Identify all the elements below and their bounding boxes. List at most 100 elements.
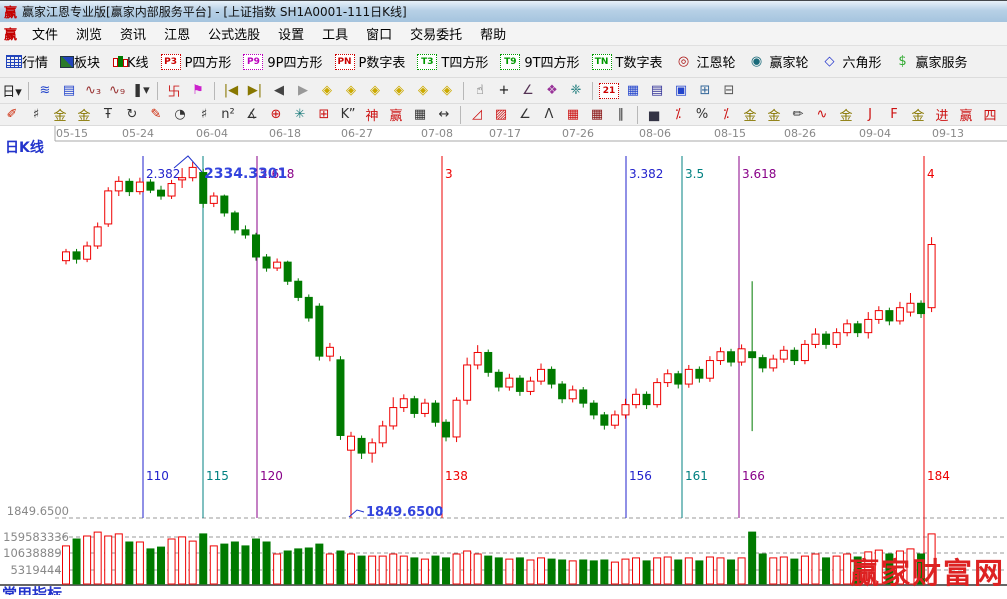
fib-bottom-label-110: 110 xyxy=(146,469,169,483)
9p-square-button[interactable]: P9 9P四方形 xyxy=(240,51,325,72)
menu-item-10[interactable]: 帮助 xyxy=(471,22,515,45)
p-number-table-button[interactable]: PN P数字表 xyxy=(332,51,409,72)
wave3-tool-icon[interactable]: ∿₃ xyxy=(82,81,104,101)
menu-item-9[interactable]: 交易委托 xyxy=(401,22,471,45)
menu-item-1[interactable]: 文件 xyxy=(23,22,67,45)
prev-bar-button[interactable]: ◀ xyxy=(268,81,290,101)
fan-lines-tool-icon[interactable]: ◿ xyxy=(466,105,488,125)
gann-flower-tool-icon[interactable]: ❖ xyxy=(541,81,563,101)
quotes-button[interactable]: 行情 xyxy=(3,51,51,72)
kline-chart-region[interactable]: 05-15 05-24 06-04 06-18 06-27 07-08 07-17 07-26… xyxy=(0,126,1007,599)
fan-box-tool-icon[interactable]: ▨ xyxy=(490,105,512,125)
price-pencil-tool-icon[interactable]: ✏ xyxy=(787,105,809,125)
crosshair-tool-icon[interactable]: + xyxy=(493,81,515,101)
measure-arrow-tool-icon[interactable]: ↔ xyxy=(433,105,455,125)
parallel-lines-tool-icon[interactable]: ∥ xyxy=(610,105,632,125)
menu-item-5[interactable]: 公式选股 xyxy=(199,22,269,45)
ying-red-tool-icon[interactable]: 赢 xyxy=(955,105,977,125)
brush-tool-icon[interactable]: ✐ xyxy=(1,105,23,125)
fib-top-label-3: 3 xyxy=(445,167,453,181)
period-day-dropdown[interactable]: 日▾ xyxy=(1,81,23,101)
bottom-left-clipped-label[interactable]: 常用指标 xyxy=(2,585,62,599)
winner-wheel-button[interactable]: ◉ 赢家轮 xyxy=(745,51,812,72)
wave9-tool-icon[interactable]: ∿₉ xyxy=(106,81,128,101)
prev-bar-button-glyph: ◀ xyxy=(274,83,284,98)
gold-circle-tool-icon[interactable]: 金 xyxy=(739,105,761,125)
t-square-button[interactable]: T3 T四方形 xyxy=(414,51,491,72)
grid-red-tool-icon[interactable]: ▦ xyxy=(562,105,584,125)
winner-service-button[interactable]: $ 赢家服务 xyxy=(891,51,971,72)
menu-item-7[interactable]: 工具 xyxy=(313,22,357,45)
cycle-clock-tool-icon[interactable]: ◔ xyxy=(169,105,191,125)
star-web-tool-icon[interactable]: ✳ xyxy=(289,105,311,125)
diamond-pan-right-icon[interactable]: ◈ xyxy=(340,81,362,101)
wave-tool-icon[interactable]: ≋ xyxy=(34,81,56,101)
volume-price-flag-icon[interactable]: ⚑ xyxy=(187,81,209,101)
n2-tool-icon[interactable]: n² xyxy=(217,105,239,125)
wave-line-tool-icon[interactable]: ∿ xyxy=(811,105,833,125)
diamond-zoom-in-icon[interactable]: ◈ xyxy=(412,81,434,101)
angle-line-tool-icon[interactable]: ∠ xyxy=(517,81,539,101)
gold-hline-tool-icon[interactable]: 金 xyxy=(835,105,857,125)
first-bar-button[interactable]: |◀ xyxy=(220,81,242,101)
grid-box-tool-icon[interactable]: ▦ xyxy=(586,105,608,125)
spiral-tool-icon[interactable]: ↻ xyxy=(121,105,143,125)
zigzag-tool-icon[interactable]: Ʌ xyxy=(538,105,560,125)
percent-tool-icon[interactable]: % xyxy=(691,105,713,125)
si-tool-icon[interactable]: 四 xyxy=(979,105,1001,125)
notes-list-button[interactable]: ▤ xyxy=(646,81,668,101)
kline-chart-svg[interactable]: 05-15 05-24 06-04 06-18 06-27 07-08 07-17 07-26… xyxy=(0,126,1007,599)
diamond-pan-left-icon[interactable]: ◈ xyxy=(316,81,338,101)
note-tool-icon[interactable]: ▤ xyxy=(58,81,80,101)
export-data-button[interactable]: ⊞ xyxy=(694,81,716,101)
ying-tool-icon[interactable]: 赢 xyxy=(385,105,407,125)
print-button[interactable]: ⊟ xyxy=(718,81,740,101)
single-candle-dropdown[interactable]: ❚▾ xyxy=(130,81,152,101)
gold-slope-tool-icon[interactable]: 金 xyxy=(907,105,929,125)
calendar-cycle-button[interactable]: 21 xyxy=(598,81,620,101)
gold-line-tool-icon[interactable]: 金 xyxy=(763,105,785,125)
pencil-tool-icon[interactable]: ✎ xyxy=(145,105,167,125)
k-mark-tool-icon[interactable]: K” xyxy=(337,105,359,125)
angle-fan-tool-icon[interactable]: ∡ xyxy=(241,105,263,125)
9t-square-button[interactable]: T9 9T四方形 xyxy=(497,51,582,72)
menu-item-3[interactable]: 资讯 xyxy=(111,22,155,45)
gann-wheel-button[interactable]: ◎ 江恩轮 xyxy=(672,51,739,72)
last-bar-button[interactable]: ▶| xyxy=(244,81,266,101)
menu-item-8[interactable]: 窗口 xyxy=(357,22,401,45)
grid123-tool-icon[interactable]: ▦ xyxy=(409,105,431,125)
time-comb-tool-icon[interactable]: ♯ xyxy=(193,105,215,125)
j-line-tool-icon[interactable]: J xyxy=(859,105,881,125)
fractal-tool-icon[interactable]: 卐 xyxy=(163,81,185,101)
diamond-pan-both-icon[interactable]: ◈ xyxy=(364,81,386,101)
gold-section-tool-icon[interactable]: 金 xyxy=(73,105,95,125)
kline-button[interactable]: K线 xyxy=(109,51,152,72)
gold-ratio-tool-icon[interactable]: 金 xyxy=(49,105,71,125)
hexagon-button[interactable]: ◇ 六角形 xyxy=(818,51,885,72)
web-grid-tool-icon[interactable]: ⊞ xyxy=(313,105,335,125)
menu-item-4[interactable]: 江恩 xyxy=(155,22,199,45)
diamond-zoom-full-icon[interactable]: ◈ xyxy=(436,81,458,101)
diamond-zoom-out-icon[interactable]: ◈ xyxy=(388,81,410,101)
f-line-tool-icon[interactable]: Ŧ xyxy=(97,105,119,125)
gann-line-tool-icon[interactable]: ♯ xyxy=(25,105,47,125)
target-circle-tool-icon[interactable]: ⊕ xyxy=(265,105,287,125)
next-bar-button[interactable]: ▶ xyxy=(292,81,314,101)
trend-lines-tool-icon[interactable]: ∠ xyxy=(514,105,536,125)
spiral-flower-tool-icon[interactable]: ❈ xyxy=(565,81,587,101)
t-number-table-button[interactable]: TN T数字表 xyxy=(589,51,666,72)
histogram-tool-icon[interactable]: ▅ xyxy=(643,105,665,125)
percent-line-tool-icon[interactable]: ⁒ xyxy=(715,105,737,125)
sectors-button[interactable]: 板块 xyxy=(57,51,103,72)
menu-item-2[interactable]: 浏览 xyxy=(67,22,111,45)
save-button[interactable]: ▣ xyxy=(670,81,692,101)
pressure-percent-tool-icon[interactable]: ⁒ xyxy=(667,105,689,125)
menu-item-6[interactable]: 设置 xyxy=(269,22,313,45)
matrix-table-button[interactable]: ▦ xyxy=(622,81,644,101)
f-slope-tool-icon[interactable]: F xyxy=(883,105,905,125)
jin-line-tool-icon[interactable]: 进 xyxy=(931,105,953,125)
p-square-button[interactable]: P3 P四方形 xyxy=(158,51,235,72)
candle-body xyxy=(748,351,757,359)
hand-tool-icon[interactable]: ☝ xyxy=(469,81,491,101)
shen-tool-icon[interactable]: 神 xyxy=(361,105,383,125)
